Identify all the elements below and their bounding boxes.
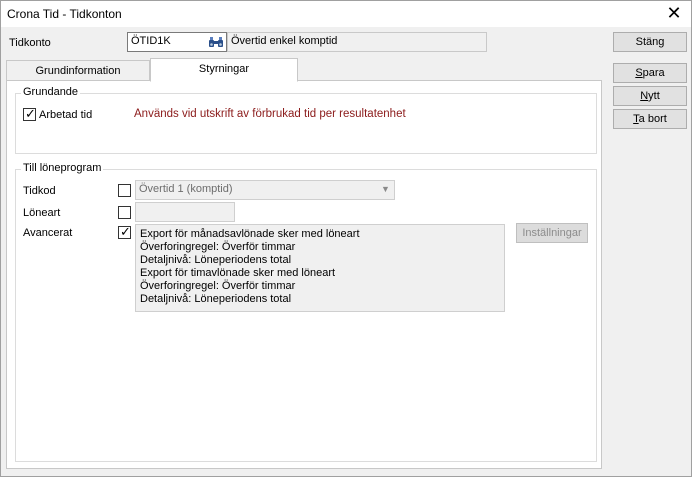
arbetad-tid-checkbox[interactable]: ✓: [23, 106, 36, 121]
avancerat-checkbox[interactable]: ✓: [118, 224, 131, 239]
loneart-checkbox[interactable]: [118, 206, 131, 219]
avancerat-label: Avancerat: [23, 227, 73, 239]
checkmark-icon: ✓: [120, 224, 131, 239]
tidkonto-name-field: Övertid enkel komptid: [227, 32, 487, 52]
group-title-loneprogram: Till löneprogram: [21, 162, 104, 174]
chevron-down-icon[interactable]: ▼: [377, 181, 394, 199]
tidkod-select[interactable]: Övertid 1 (komptid) ▼: [135, 180, 395, 200]
tidkod-label: Tidkod: [23, 185, 56, 197]
loneart-label: Löneart: [23, 207, 61, 219]
avancerat-details: Export för månadsavlönade sker med lönea…: [135, 224, 505, 312]
delete-button[interactable]: Ta bort: [613, 109, 687, 129]
main-window: Crona Tid - Tidkonton ✕ Tidkonto ÖTID1K …: [0, 0, 692, 477]
group-title-grundande: Grundande: [21, 86, 81, 98]
tab-grundinformation[interactable]: Grundinformation: [6, 60, 150, 82]
avancerat-line: Detaljnivå: Löneperiodens total: [140, 293, 292, 305]
group-till-loneprogram: Till löneprogram Tidkod Övertid 1 (kompt…: [15, 162, 597, 462]
checkmark-icon: ✓: [25, 106, 36, 121]
arbetad-tid-label: Arbetad tid: [39, 109, 93, 121]
avancerat-line: Överforingregel: Överför timmar: [140, 280, 296, 292]
new-button[interactable]: Nytt: [613, 86, 687, 106]
tidkonto-label: Tidkonto: [9, 37, 51, 49]
installningar-button[interactable]: Inställningar: [516, 223, 588, 243]
tab-styrningar[interactable]: Styrningar: [150, 58, 298, 82]
avancerat-line: Överforingregel: Överför timmar: [140, 241, 296, 253]
window-title: Crona Tid - Tidkonton: [7, 7, 122, 21]
tidkonto-name-value: Övertid enkel komptid: [231, 35, 338, 47]
tidkod-select-value: Övertid 1 (komptid): [139, 183, 233, 195]
binoculars-icon[interactable]: [208, 35, 224, 49]
tidkonto-code-field[interactable]: ÖTID1K: [127, 32, 227, 52]
avancerat-line: Export för timavlönade sker med löneart: [140, 267, 336, 279]
avancerat-line: Detaljnivå: Löneperiodens total: [140, 254, 292, 266]
tidkonto-code-value: ÖTID1K: [131, 35, 171, 47]
close-icon[interactable]: ✕: [657, 1, 691, 27]
close-button[interactable]: Stäng: [613, 32, 687, 52]
avancerat-line: Export för månadsavlönade sker med lönea…: [140, 228, 360, 240]
title-bar: Crona Tid - Tidkonton ✕: [1, 1, 691, 27]
tidkod-checkbox[interactable]: [118, 184, 131, 197]
tab-panel-styrningar: Grundande ✓ Arbetad tid Används vid utsk…: [6, 80, 602, 469]
arbetad-tid-hint: Används vid utskrift av förbrukad tid pe…: [134, 108, 406, 120]
save-button[interactable]: Spara: [613, 63, 687, 83]
group-grundande: Grundande ✓ Arbetad tid Används vid utsk…: [15, 86, 597, 154]
loneart-field[interactable]: [135, 202, 235, 222]
